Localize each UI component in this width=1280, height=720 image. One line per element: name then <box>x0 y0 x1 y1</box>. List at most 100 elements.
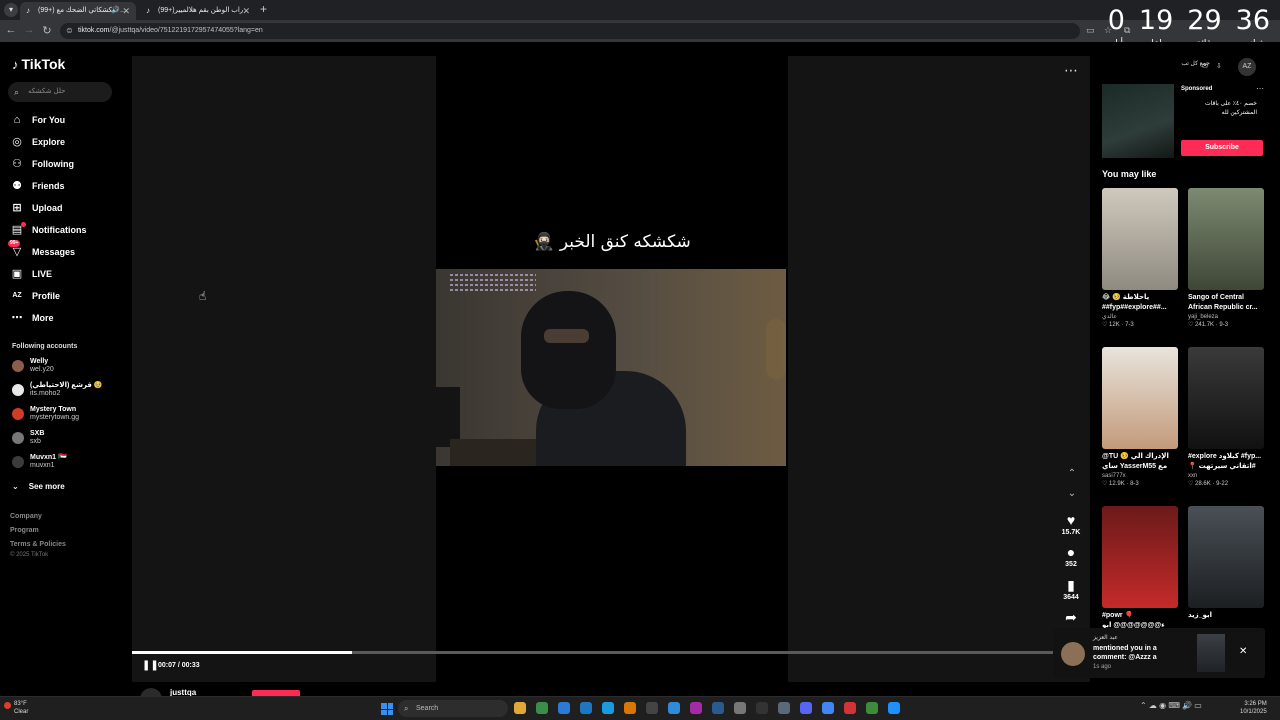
card-user: yaji_beleza <box>1188 314 1219 320</box>
download-icon[interactable]: ⇩ <box>1216 62 1222 70</box>
save-button[interactable]: ▮ 3644 <box>1060 577 1082 601</box>
app-icon[interactable] <box>866 702 878 714</box>
tiktok-favicon-icon: ♪ <box>146 6 150 15</box>
tiktok-logo[interactable]: ♪ TikTok <box>12 56 65 72</box>
steam-icon[interactable] <box>712 702 724 714</box>
avatar[interactable]: AZ <box>1238 58 1256 76</box>
next-video-icon[interactable]: ⌄ <box>1064 488 1080 499</box>
new-tab-button[interactable]: + <box>260 2 267 16</box>
forward-icon[interactable]: → <box>22 24 36 36</box>
account-name: SXB <box>30 430 45 437</box>
terminal-icon[interactable] <box>756 702 768 714</box>
search-input[interactable]: ⌕ حلل شكشكه <box>8 82 112 102</box>
speaker-icon[interactable]: 🔊 <box>111 2 120 20</box>
comment-button[interactable]: ● 352 <box>1060 544 1082 568</box>
notification-dot <box>21 222 26 227</box>
store-icon[interactable] <box>602 702 614 714</box>
reload-icon[interactable]: ↻ <box>40 24 54 37</box>
close-tab-icon[interactable]: ✕ <box>242 2 250 20</box>
you-may-like-title: You may like <box>1102 169 1157 179</box>
avatar <box>1061 642 1085 666</box>
countdown-minutes-value: 29 <box>1187 5 1222 36</box>
card-title: #explore كبلاود #fyp... 📍 اتقاني سيرتهت# <box>1188 453 1262 470</box>
cast-icon[interactable]: ▭ <box>1086 25 1095 36</box>
taskbar-clock[interactable]: 3:26 PM 10/1/2025 <box>1240 700 1267 716</box>
app-icon[interactable] <box>646 702 658 714</box>
following-account[interactable]: Welly wel.y20 <box>12 358 54 374</box>
previous-video-icon[interactable]: ⌃ <box>1064 468 1080 479</box>
video-thumbnail <box>1102 506 1178 608</box>
recommended-video-card[interactable]: #explore كبلاود #fyp... 📍 اتقاني سيرتهت#… <box>1188 347 1264 489</box>
back-icon[interactable]: ← <box>4 24 18 36</box>
address-bar-row: ← → ↻ ⊜ tiktok.com/@justtqa/video/751221… <box>0 20 1280 42</box>
like-button[interactable]: ♥ 15.7K <box>1060 512 1082 536</box>
browser-tab-active[interactable]: ♪ (99+) شكشكاتي الضحك مع ... 🔊 ✕ <box>20 2 136 20</box>
more-options-icon[interactable]: ⋯ <box>1064 62 1078 79</box>
footer-link-terms[interactable]: Terms & Policies <box>10 541 66 548</box>
discord-icon[interactable] <box>800 702 812 714</box>
site-info-icon[interactable]: ⊜ <box>66 23 73 39</box>
taskbar-search-input[interactable]: ⌕ Search <box>398 700 508 717</box>
sidebar-item-profile[interactable]: AZ Profile <box>10 288 60 304</box>
copyright: © 2025 TikTok <box>10 552 49 558</box>
subscribe-button[interactable]: Subscribe <box>1181 140 1263 156</box>
heart-icon: ♥ <box>1066 512 1076 528</box>
settings-icon[interactable] <box>778 702 790 714</box>
recommended-video-card[interactable]: Sango of Central African Republic cr... … <box>1188 188 1264 330</box>
recommended-video-card[interactable]: @TU 🥺 الإدراك الي ساي YasserM55 مع ريلس … <box>1102 347 1178 489</box>
sidebar-item-messages[interactable]: ▽ 99+ Messages <box>8 240 75 260</box>
weather-temp: 83°F <box>14 701 27 707</box>
ad-options-icon[interactable]: ⋯ <box>1256 84 1264 93</box>
app-icon[interactable] <box>888 702 900 714</box>
app-icon[interactable] <box>690 702 702 714</box>
recommended-video-card[interactable]: 😂 🥺 ياحلاطة ##fyp##explore##... عالدي ♡ … <box>1102 188 1178 330</box>
file-explorer-icon[interactable] <box>514 702 526 714</box>
sidebar-item-more[interactable]: ⋯ More <box>10 310 54 326</box>
video-progress-bar[interactable] <box>132 651 1090 654</box>
app-icon[interactable] <box>668 702 680 714</box>
app-icon[interactable] <box>734 702 746 714</box>
footer-link-program[interactable]: Program <box>10 527 39 534</box>
chrome-icon[interactable] <box>536 702 548 714</box>
pause-button[interactable]: ❚❚ <box>142 660 159 671</box>
windows-start-icon[interactable] <box>381 703 393 715</box>
weather-widget[interactable]: 83°F Clear <box>4 700 28 716</box>
comment-count: 352 <box>1065 561 1077 568</box>
see-more-button[interactable]: ⌄ See more <box>12 482 65 491</box>
copilot-icon[interactable] <box>558 702 570 714</box>
browser-tab[interactable]: ♪ (99+)راب الوطن بقم هلالميير ✕ <box>140 2 256 20</box>
share-button[interactable]: ➦ <box>1060 609 1082 625</box>
sidebar-item-for-you[interactable]: ⌂ For You <box>10 112 66 128</box>
sidebar-item-notifications[interactable]: ▤ Notifications <box>10 222 87 238</box>
app-icon[interactable] <box>624 702 636 714</box>
upload-icon: ⊞ <box>12 202 22 214</box>
tab-search-button[interactable]: ▾ <box>4 3 18 17</box>
sidebar-item-label: LIVE <box>32 269 53 279</box>
recommended-video-card[interactable]: ابو_زيد <box>1188 506 1264 631</box>
footer-link-company[interactable]: Company <box>10 513 42 520</box>
recommended-video-card[interactable]: #powr 🎈ء@@@@@@@ ابو شابو <box>1102 506 1178 631</box>
close-tab-icon[interactable]: ✕ <box>122 2 130 20</box>
inbox-icon[interactable]: ✉ <box>1202 62 1208 70</box>
close-icon[interactable]: ✕ <box>1239 646 1247 657</box>
countdown-hours-value: 19 <box>1138 5 1174 36</box>
edge-icon[interactable] <box>580 702 592 714</box>
following-account[interactable]: Muvxn1 🇸🇩 muvxn1 <box>12 454 67 470</box>
sidebar-item-following[interactable]: ⚇ Following <box>10 156 74 172</box>
following-account[interactable]: Mystery Town mysterytown.gg <box>12 406 79 422</box>
mention-notification-toast[interactable]: عبد العزيز mentioned you in a comment: @… <box>1053 628 1265 678</box>
sidebar-item-explore[interactable]: ◎ Explore <box>10 134 65 150</box>
following-account[interactable]: قرشع (الاحتياطي) 🥹 its.moho2 <box>12 382 103 398</box>
card-title: @TU 🥺 الإدراك الي ساي YasserM55 مع ريلس … <box>1102 453 1169 470</box>
video-frame[interactable]: شكشكه كنق الخبر 🥷🏻 <box>436 56 788 682</box>
sidebar-item-live[interactable]: ▣ LIVE <box>10 266 52 282</box>
chrome-icon[interactable] <box>822 702 834 714</box>
app-icon[interactable] <box>844 702 856 714</box>
card-date: 7-3 <box>1125 322 1134 328</box>
sidebar-item-friends[interactable]: ⚉ Friends <box>10 178 64 194</box>
url-input[interactable]: ⊜ tiktok.com/@justtqa/video/751221917295… <box>60 23 1080 39</box>
sidebar-item-upload[interactable]: ⊞ Upload <box>10 200 62 216</box>
system-tray[interactable]: ⌃ ☁ ◉ ⌨ 🔊 ▭ <box>1140 701 1202 710</box>
following-account[interactable]: SXB sxb <box>12 430 44 446</box>
ad-thumbnail[interactable] <box>1102 84 1174 158</box>
